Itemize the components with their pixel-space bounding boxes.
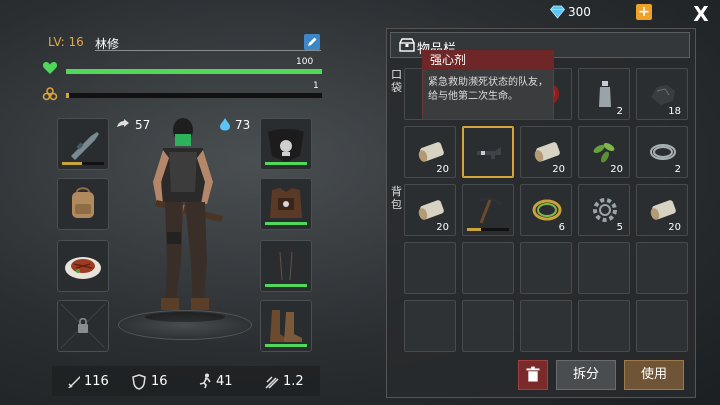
inventory-slot[interactable]: 5 <box>578 184 630 236</box>
running-icon <box>199 373 211 389</box>
leaves-icon <box>593 143 615 163</box>
hp-bar <box>66 69 322 74</box>
empty-slot[interactable] <box>578 242 630 294</box>
player-level: LV: 16 <box>48 35 84 49</box>
tooltip-title: 强心剂 <box>422 50 554 70</box>
chest-icon <box>399 38 415 52</box>
inventory-slot[interactable]: 20 <box>578 126 630 178</box>
durability-bar <box>265 284 307 287</box>
radiation-bar-fill <box>66 93 69 98</box>
empty-slot[interactable] <box>462 300 514 352</box>
pocket-label: 口袋 <box>391 68 402 94</box>
empty-slot[interactable] <box>404 300 456 352</box>
empty-slot[interactable] <box>520 300 572 352</box>
discard-button[interactable] <box>518 360 548 390</box>
edit-name-icon[interactable] <box>304 34 320 50</box>
backpack-label: 背包 <box>391 185 402 211</box>
speed-value: 41 <box>216 374 233 389</box>
empty-slot[interactable] <box>462 242 514 294</box>
sword-icon <box>68 376 80 388</box>
close-button[interactable]: X <box>690 3 712 25</box>
top-bar: 300 + X <box>0 0 720 26</box>
backpack-slot[interactable] <box>57 178 109 230</box>
durability-bar <box>62 162 82 165</box>
food-slot[interactable] <box>57 240 109 292</box>
durability-bar <box>265 222 307 225</box>
empty-slot[interactable] <box>636 300 688 352</box>
shield-icon <box>132 374 146 390</box>
empty-slot[interactable] <box>520 242 572 294</box>
gear-icon <box>593 198 617 222</box>
heart-icon <box>42 62 58 74</box>
inventory-slot[interactable]: 20 <box>404 126 456 178</box>
buy-gems-button[interactable]: + <box>636 4 652 20</box>
wire-icon <box>650 144 676 160</box>
lock-icon <box>60 303 106 349</box>
inventory-slot[interactable]: 6 <box>520 184 572 236</box>
inventory-slot[interactable]: 20 <box>636 184 688 236</box>
log-icon <box>534 142 560 162</box>
hp-value: 100 <box>296 57 314 67</box>
pickaxe-icon <box>478 197 503 224</box>
inventory-slot[interactable]: 20 <box>520 126 572 178</box>
empty-slot[interactable] <box>404 242 456 294</box>
radiation-value: 1 <box>313 81 319 91</box>
mask-slot[interactable] <box>260 118 312 170</box>
bottle-icon <box>599 81 611 107</box>
attack-value: 116 <box>84 374 109 389</box>
inventory-slot-selected[interactable] <box>462 126 514 178</box>
log-icon <box>418 200 444 220</box>
inventory-slot[interactable]: 2 <box>578 68 630 120</box>
inventory-slot[interactable]: 20 <box>404 184 456 236</box>
inventory-slot[interactable]: 2 <box>636 126 688 178</box>
rope-icon <box>532 199 562 221</box>
locked-slot <box>57 300 109 352</box>
steak-plate-icon <box>65 257 101 279</box>
backpack-icon <box>72 187 94 218</box>
weapon-slot[interactable] <box>57 118 109 170</box>
durability-bar <box>265 344 307 347</box>
durability-bar <box>265 162 307 165</box>
radiation-bar <box>66 93 322 98</box>
stone-icon <box>651 85 675 105</box>
inventory-slot[interactable]: 18 <box>636 68 688 120</box>
biohazard-icon <box>42 87 58 101</box>
chest-armor-slot[interactable] <box>260 178 312 230</box>
split-button[interactable]: 拆分 <box>556 360 616 390</box>
use-button[interactable]: 使用 <box>624 360 684 390</box>
boots-slot[interactable] <box>260 300 312 352</box>
inventory-slot[interactable] <box>462 184 514 236</box>
gem-count: 300 <box>568 5 591 19</box>
name-underline <box>95 50 321 51</box>
empty-slot[interactable] <box>578 300 630 352</box>
pants-slot[interactable] <box>260 240 312 292</box>
character-figure <box>145 118 225 322</box>
syringe-icon <box>477 147 501 159</box>
diamond-icon <box>550 5 565 19</box>
log-icon <box>418 142 444 162</box>
log-icon <box>650 200 676 220</box>
durability-bar <box>467 228 481 231</box>
empty-slot[interactable] <box>636 242 688 294</box>
hp-bar-fill <box>66 69 322 74</box>
trash-icon <box>526 366 540 382</box>
weight-icon <box>265 376 279 389</box>
weight-value: 1.2 <box>283 374 304 389</box>
defense-value: 16 <box>151 374 168 389</box>
tooltip-description: 紧急救助濒死状态的队友，给与他第二次生命。 <box>428 77 548 102</box>
